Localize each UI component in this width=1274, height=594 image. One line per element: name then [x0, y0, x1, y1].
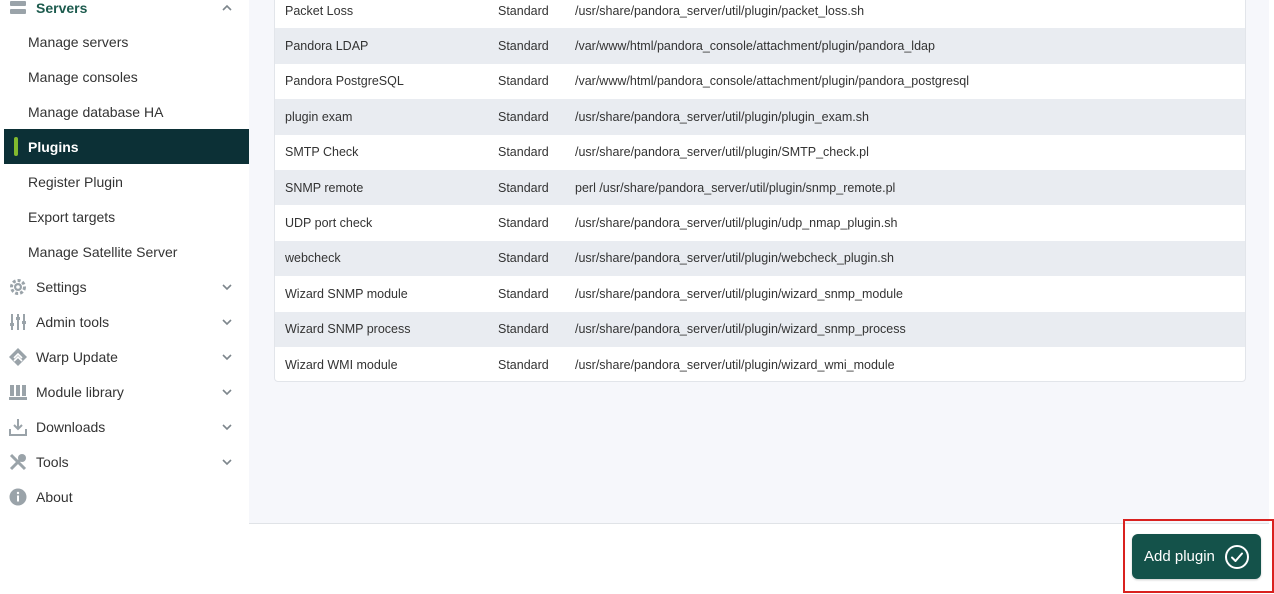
- plugin-command-cell: /var/www/html/pandora_console/attachment…: [575, 28, 1245, 64]
- main-content: Packet Loss Standard/usr/share/pandora_se…: [249, 0, 1269, 524]
- plugin-command-cell: /usr/share/pandora_server/util/plugin/wi…: [575, 311, 1245, 347]
- plugin-name-cell: Wizard WMI module: [285, 357, 398, 372]
- table-row[interactable]: Pandora PostgreSQL Standard/var/www/html/…: [275, 64, 1245, 99]
- sidebar-item-label: Export targets: [28, 208, 116, 225]
- warp-icon: [8, 347, 28, 367]
- plugin-name-cell: Pandora PostgreSQL: [285, 74, 404, 89]
- sidebar-group-label: Admin tools: [36, 313, 110, 330]
- table-row[interactable]: UDP port check Standard/usr/share/pandora…: [275, 205, 1245, 240]
- sidebar-group-label: Settings: [36, 278, 87, 295]
- sidebar-item-label: Manage consoles: [28, 68, 138, 85]
- sidebar-group-label: Tools: [36, 453, 69, 470]
- plugin-name-cell: Packet Loss: [285, 3, 354, 18]
- tools-icon: [8, 452, 28, 472]
- selected-indicator: [14, 137, 18, 156]
- chevron-down-icon: [220, 350, 234, 364]
- plugin-command-cell: perl /usr/share/pandora_server/util/plug…: [575, 169, 1245, 206]
- plugin-command-cell: /usr/share/pandora_server/util/plugin/ud…: [575, 216, 898, 231]
- table-row[interactable]: Wizard SNMP module Standard/usr/share/pan…: [275, 276, 1245, 311]
- library-icon: [8, 382, 28, 402]
- sidebar-item-label: About: [36, 488, 73, 505]
- chevron-down-icon: [220, 455, 234, 469]
- table-row[interactable]: SMTP Check Standard/usr/share/pandora_ser…: [275, 135, 1245, 170]
- sidebar-group-servers[interactable]: Servers: [0, 0, 249, 25]
- plugin-command-cell: /usr/share/pandora_server/util/plugin/we…: [575, 240, 1245, 277]
- plugin-command-cell: /usr/share/pandora_server/util/plugin/pl…: [575, 99, 1245, 135]
- plugin-command-cell: /usr/share/pandora_server/util/plugin/pa…: [575, 3, 865, 18]
- plugin-command-cell: /usr/share/pandora_server/util/plugin/wi…: [575, 286, 903, 301]
- plugin-command-cell: /usr/share/pandora_server/util/plugin/SM…: [575, 145, 869, 160]
- servers-icon: [8, 0, 28, 18]
- plugin-command-cell: /var/www/html/pandora_console/attachment…: [575, 74, 969, 89]
- sidebar-item-manage-servers[interactable]: Manage servers: [4, 24, 249, 59]
- plugins-table: Packet Loss Standard/usr/share/pandora_se…: [274, 0, 1246, 382]
- sidebar-group-tools[interactable]: Tools: [0, 444, 249, 479]
- plugin-type-cell: Standard: [498, 99, 575, 135]
- info-icon: [8, 487, 28, 507]
- sidebar-group-label: Warp Update: [36, 348, 118, 365]
- sliders-icon: [8, 312, 28, 332]
- plugin-name-cell: Wizard SNMP process: [275, 311, 498, 347]
- sidebar-group-admin-tools[interactable]: Admin tools: [0, 304, 249, 339]
- sidebar-item-manage-satellite-server[interactable]: Manage Satellite Server: [4, 234, 249, 269]
- sidebar-item-label: Manage servers: [28, 33, 129, 50]
- plugin-type-cell: Standard: [498, 286, 549, 301]
- gear-icon: [8, 277, 28, 297]
- chevron-down-icon: [220, 280, 234, 294]
- plugin-type-cell: Standard: [498, 3, 549, 18]
- plugin-type-cell: Standard: [498, 169, 575, 206]
- plugin-type-cell: Standard: [498, 240, 575, 277]
- sidebar-item-export-targets[interactable]: Export targets: [4, 199, 249, 234]
- plugin-name-cell: SNMP remote: [275, 169, 498, 206]
- sidebar-item-label: Plugins: [28, 138, 79, 155]
- sidebar-item-manage-database-ha[interactable]: Manage database HA: [4, 94, 249, 129]
- sidebar-group-warp-update[interactable]: Warp Update: [0, 339, 249, 374]
- app-root: Servers Manage servers Manage consoles M…: [0, 0, 1274, 594]
- plugin-name-cell: UDP port check: [285, 216, 373, 231]
- plugin-type-cell: Standard: [498, 74, 549, 89]
- plugin-type-cell: Standard: [498, 145, 549, 160]
- chevron-up-icon: [220, 1, 234, 15]
- action-bar: [249, 525, 1274, 594]
- plugin-name-cell: Pandora LDAP: [275, 28, 498, 64]
- table-row[interactable]: Wizard WMI module Standard/usr/share/pand…: [275, 347, 1245, 381]
- sidebar-group-downloads[interactable]: Downloads: [0, 409, 249, 444]
- table-row[interactable]: Wizard SNMP process Standard/usr/share/pa…: [275, 311, 1245, 347]
- table-row[interactable]: SNMP remote Standard perl /usr/share/pando…: [275, 169, 1245, 206]
- plugin-type-cell: Standard: [498, 311, 575, 347]
- add-plugin-label: Add plugin: [1144, 548, 1215, 565]
- plugin-name-cell: Wizard SNMP module: [285, 286, 408, 301]
- chevron-down-icon: [220, 315, 234, 329]
- plugin-type-cell: Standard: [498, 28, 575, 64]
- table-row[interactable]: webcheck Standard/usr/share/pandora_serve…: [275, 240, 1245, 277]
- plugin-type-cell: Standard: [498, 357, 549, 372]
- sidebar-item-label: Manage database HA: [28, 103, 164, 120]
- add-plugin-button[interactable]: Add plugin: [1132, 534, 1261, 579]
- plugin-name-cell: SMTP Check: [285, 145, 359, 160]
- chevron-down-icon: [220, 385, 234, 399]
- sidebar-group-label: Module library: [36, 383, 124, 400]
- sidebar-group-module-library[interactable]: Module library: [0, 374, 249, 409]
- plugin-type-cell: Standard: [498, 216, 549, 231]
- plugin-name-cell: plugin exam: [275, 99, 498, 135]
- table-row[interactable]: Pandora LDAP Standard/var/www/html/pandor…: [275, 28, 1245, 64]
- sidebar-item-label: Manage Satellite Server: [28, 243, 178, 260]
- table-row[interactable]: Packet Loss Standard/usr/share/pandora_se…: [275, 0, 1245, 28]
- sidebar-group-label: Servers: [36, 0, 88, 16]
- download-icon: [8, 417, 28, 437]
- sidebar-item-label: Register Plugin: [28, 173, 123, 190]
- sidebar-group-settings[interactable]: Settings: [0, 269, 249, 304]
- sidebar-item-about[interactable]: About: [0, 479, 249, 514]
- plugin-command-cell: /usr/share/pandora_server/util/plugin/wi…: [575, 357, 895, 372]
- plugin-name-cell: webcheck: [275, 240, 498, 277]
- sidebar-item-plugins[interactable]: Plugins: [4, 129, 249, 164]
- sidebar: Servers Manage servers Manage consoles M…: [0, 0, 249, 594]
- sidebar-item-register-plugin[interactable]: Register Plugin: [4, 164, 249, 199]
- sidebar-item-manage-consoles[interactable]: Manage consoles: [4, 59, 249, 94]
- table-row[interactable]: plugin exam Standard/usr/share/pandora_se…: [275, 99, 1245, 135]
- sidebar-group-label: Downloads: [36, 418, 106, 435]
- check-circle-icon: [1224, 544, 1250, 570]
- chevron-down-icon: [220, 420, 234, 434]
